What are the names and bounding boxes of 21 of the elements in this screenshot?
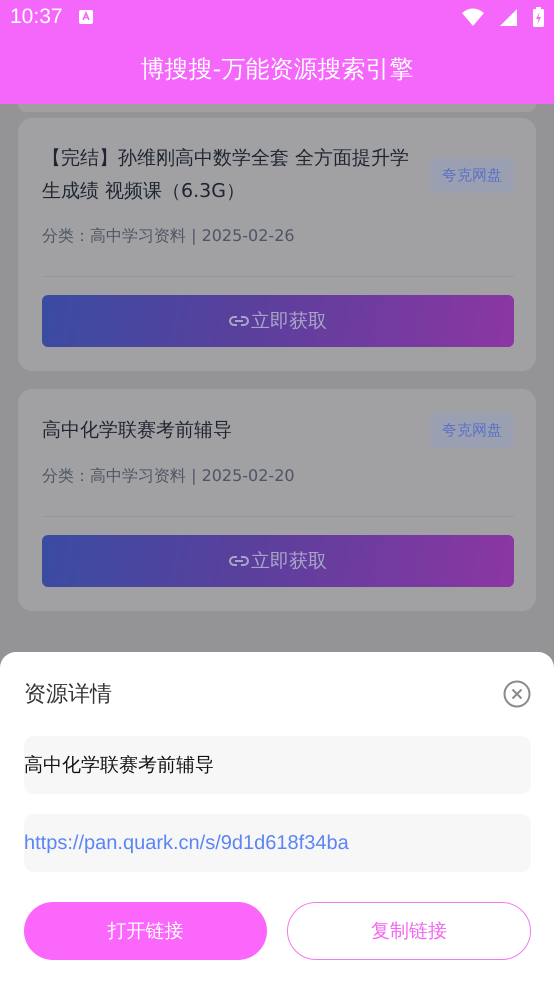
sheet-title: 资源详情 xyxy=(24,681,112,709)
resource-title: 【完结】孙维刚高中数学全套 全方面提升学生成绩 视频课（6.3G） xyxy=(42,146,410,204)
link-field[interactable]: https://pan.quark.cn/s/9d1d618f34ba xyxy=(24,814,531,872)
battery-icon xyxy=(533,7,544,27)
resource-meta: 分类：高中学习资料 | 2025-02-26 xyxy=(42,225,296,247)
link-icon xyxy=(229,555,249,567)
open-link-button[interactable]: 打开链接 xyxy=(24,902,266,960)
get-button[interactable]: 立即获取 xyxy=(42,535,514,587)
source-tag: 夸克网盘 xyxy=(430,158,514,192)
app-title: 博搜搜-万能资源搜索引擎 xyxy=(140,54,414,85)
resource-meta: 分类：高中学习资料 | 2025-02-20 xyxy=(42,465,296,487)
source-tag: 夸克网盘 xyxy=(430,413,514,448)
signal-icon xyxy=(500,8,517,26)
notification-icon xyxy=(78,10,93,24)
status-time: 10:37 xyxy=(10,5,63,29)
copy-link-button[interactable]: 复制链接 xyxy=(286,902,531,960)
link-icon xyxy=(229,315,249,327)
resource-title: 高中化学联赛考前辅导 xyxy=(42,418,233,443)
resource-name-field: 高中化学联赛考前辅导 xyxy=(24,736,531,794)
wifi-icon xyxy=(462,8,484,26)
get-button[interactable]: 立即获取 xyxy=(42,295,514,347)
